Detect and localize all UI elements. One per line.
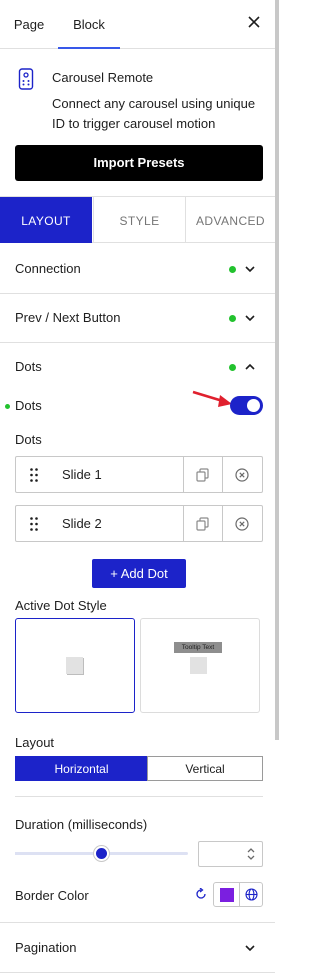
dot-item-label: Slide 2: [62, 516, 102, 531]
remove-icon[interactable]: [235, 468, 249, 482]
drag-handle-icon[interactable]: [29, 516, 39, 532]
status-dot: [229, 266, 236, 273]
duration-slider[interactable]: [15, 846, 188, 861]
dot-preview: [190, 657, 207, 674]
toggle-knob: [247, 399, 260, 412]
close-icon[interactable]: [247, 15, 261, 29]
block-description: Connect any carousel using unique ID to …: [52, 96, 256, 131]
inspector-tabs: Page Block: [0, 0, 279, 49]
dots-toggle-label: Dots: [15, 398, 42, 413]
tooltip-preview: Tooltip Text: [174, 642, 222, 653]
border-color-label: Border Color: [15, 888, 89, 903]
divider: [15, 796, 263, 797]
stepper-arrows-icon[interactable]: [245, 845, 257, 863]
tab-page[interactable]: Page: [0, 0, 58, 48]
duplicate-icon[interactable]: [196, 517, 209, 531]
tab-style[interactable]: STYLE: [93, 197, 185, 243]
slider-fill: [15, 852, 102, 855]
layout-vertical-button[interactable]: Vertical: [147, 756, 263, 781]
color-swatch[interactable]: [220, 888, 234, 902]
import-presets-button[interactable]: Import Presets: [15, 145, 263, 181]
tab-block[interactable]: Block: [58, 0, 120, 49]
dot-item-label: Slide 1: [62, 467, 102, 482]
active-dot-style-label: Active Dot Style: [15, 598, 107, 613]
scrollbar[interactable]: [275, 0, 279, 740]
border-color-picker: [213, 882, 263, 907]
modified-indicator: [5, 404, 10, 409]
panel-prev-next-button[interactable]: Prev / Next Button: [0, 293, 275, 343]
globe-icon[interactable]: [245, 888, 258, 901]
status-dot: [229, 315, 236, 322]
dots-list-label: Dots: [15, 432, 42, 447]
dot-style-option-tooltip[interactable]: Tooltip Text: [140, 618, 260, 713]
status-dot: [229, 364, 236, 371]
chevron-down-icon: [245, 945, 255, 952]
divider: [222, 506, 223, 541]
panel-connection[interactable]: Connection: [0, 244, 275, 294]
drag-handle-icon[interactable]: [29, 467, 39, 483]
panel-label: Pagination: [15, 940, 77, 955]
layout-horizontal-button[interactable]: Horizontal: [15, 756, 148, 781]
panel-dots[interactable]: Dots: [0, 342, 275, 392]
tab-advanced[interactable]: ADVANCED: [185, 197, 275, 243]
remove-icon[interactable]: [235, 517, 249, 531]
block-title: Carousel Remote: [52, 70, 154, 85]
duplicate-icon[interactable]: [196, 468, 209, 482]
panel-label: Connection: [15, 261, 81, 276]
panel-label: Dots: [15, 359, 42, 374]
tab-layout[interactable]: LAYOUT: [0, 197, 92, 243]
layout-label: Layout: [15, 735, 55, 750]
slider-thumb[interactable]: [94, 846, 109, 861]
dot-preview: [66, 657, 83, 674]
reset-icon[interactable]: [195, 888, 207, 900]
block-card: Carousel Remote Connect any carousel usi…: [0, 49, 275, 197]
dot-item[interactable]: Slide 1: [15, 456, 263, 493]
divider: [183, 506, 184, 541]
chevron-down-icon: [245, 266, 255, 273]
settings-section-tabs: LAYOUT STYLE ADVANCED: [0, 197, 275, 243]
duration-label: Duration (milliseconds): [15, 817, 148, 832]
dots-toggle[interactable]: [230, 396, 263, 415]
chevron-down-icon: [245, 315, 255, 322]
panel-label: Prev / Next Button: [15, 310, 121, 325]
divider: [239, 883, 240, 906]
add-dot-button[interactable]: + Add Dot: [92, 559, 186, 588]
divider: [183, 457, 184, 492]
chevron-up-icon: [245, 363, 255, 370]
remote-control-icon: [18, 68, 34, 90]
dot-style-option-plain[interactable]: [15, 618, 135, 713]
dot-item[interactable]: Slide 2: [15, 505, 263, 542]
divider: [222, 457, 223, 492]
panel-pagination[interactable]: Pagination: [0, 923, 275, 973]
